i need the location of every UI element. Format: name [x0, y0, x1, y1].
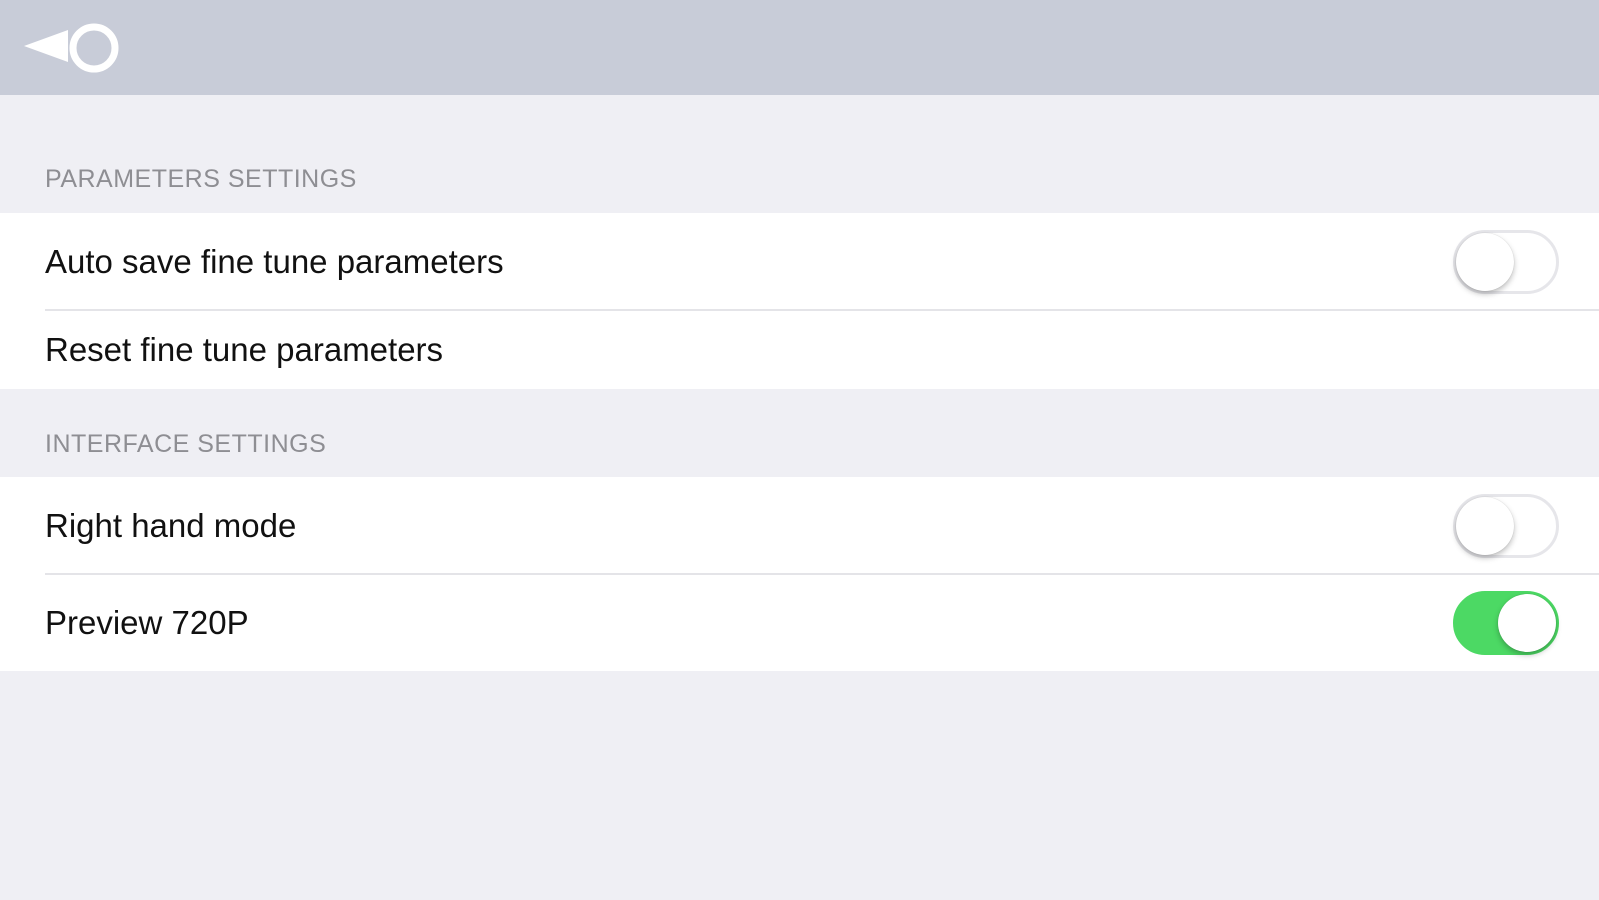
preview-720p-toggle[interactable] [1453, 591, 1559, 655]
interface-settings-group: Right hand mode Preview 720P [0, 477, 1599, 671]
auto-save-row: Auto save fine tune parameters [0, 213, 1599, 311]
reset-parameters-row[interactable]: Reset fine tune parameters [0, 311, 1599, 389]
right-hand-mode-row: Right hand mode [0, 477, 1599, 575]
right-hand-mode-toggle[interactable] [1453, 494, 1559, 558]
section-header-interface: INTERFACE SETTINGS [45, 430, 327, 458]
toggle-knob [1498, 594, 1556, 652]
toggle-knob [1456, 233, 1514, 291]
toggle-knob [1456, 497, 1514, 555]
reset-parameters-label: Reset fine tune parameters [45, 331, 444, 368]
back-button[interactable] [22, 20, 126, 78]
settings-list: PARAMETERS SETTINGS Auto save fine tune … [0, 95, 1599, 900]
navigation-bar [0, 0, 1599, 95]
auto-save-label: Auto save fine tune parameters [45, 243, 504, 280]
auto-save-toggle[interactable] [1453, 230, 1559, 294]
section-header-parameters: PARAMETERS SETTINGS [45, 165, 357, 193]
back-target-icon [24, 23, 119, 73]
preview-720p-label: Preview 720P [45, 604, 249, 641]
right-hand-mode-label: Right hand mode [45, 507, 297, 544]
preview-720p-row: Preview 720P [0, 575, 1599, 671]
parameters-settings-group: Auto save fine tune parameters Reset fin… [0, 213, 1599, 389]
